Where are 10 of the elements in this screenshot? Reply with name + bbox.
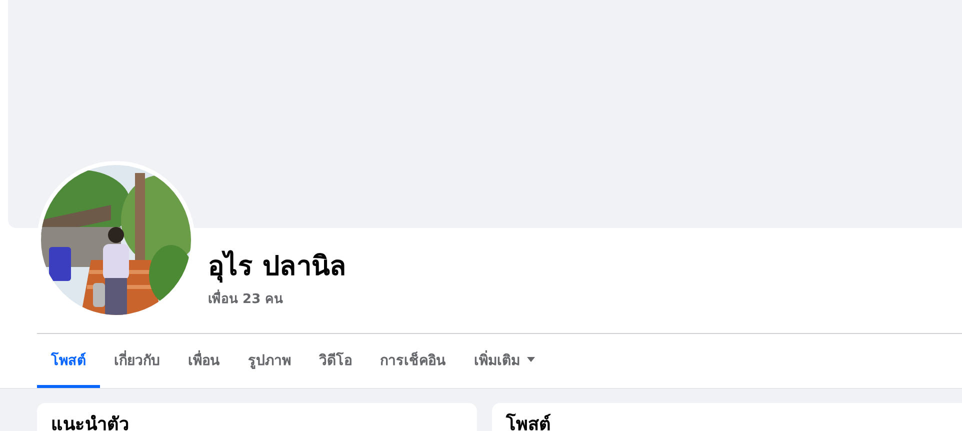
profile-tab[interactable]: รูปภาพ xyxy=(234,334,305,388)
profile-tab[interactable]: เพื่อน xyxy=(174,334,234,388)
profile-tab[interactable]: วิดีโอ xyxy=(305,334,366,388)
profile-name: อุไร ปลานิล xyxy=(208,249,346,285)
friends-count[interactable]: เพื่อน 23 คน xyxy=(208,288,346,309)
profile-tab[interactable]: การเช็คอิน xyxy=(366,334,460,388)
profile-tab[interactable]: เกี่ยวกับ xyxy=(100,334,174,388)
card-title: โพสต์ xyxy=(506,413,552,431)
profile-tab[interactable]: เพิ่มเติม xyxy=(460,334,549,388)
card-title: แนะนำตัว xyxy=(51,413,130,431)
